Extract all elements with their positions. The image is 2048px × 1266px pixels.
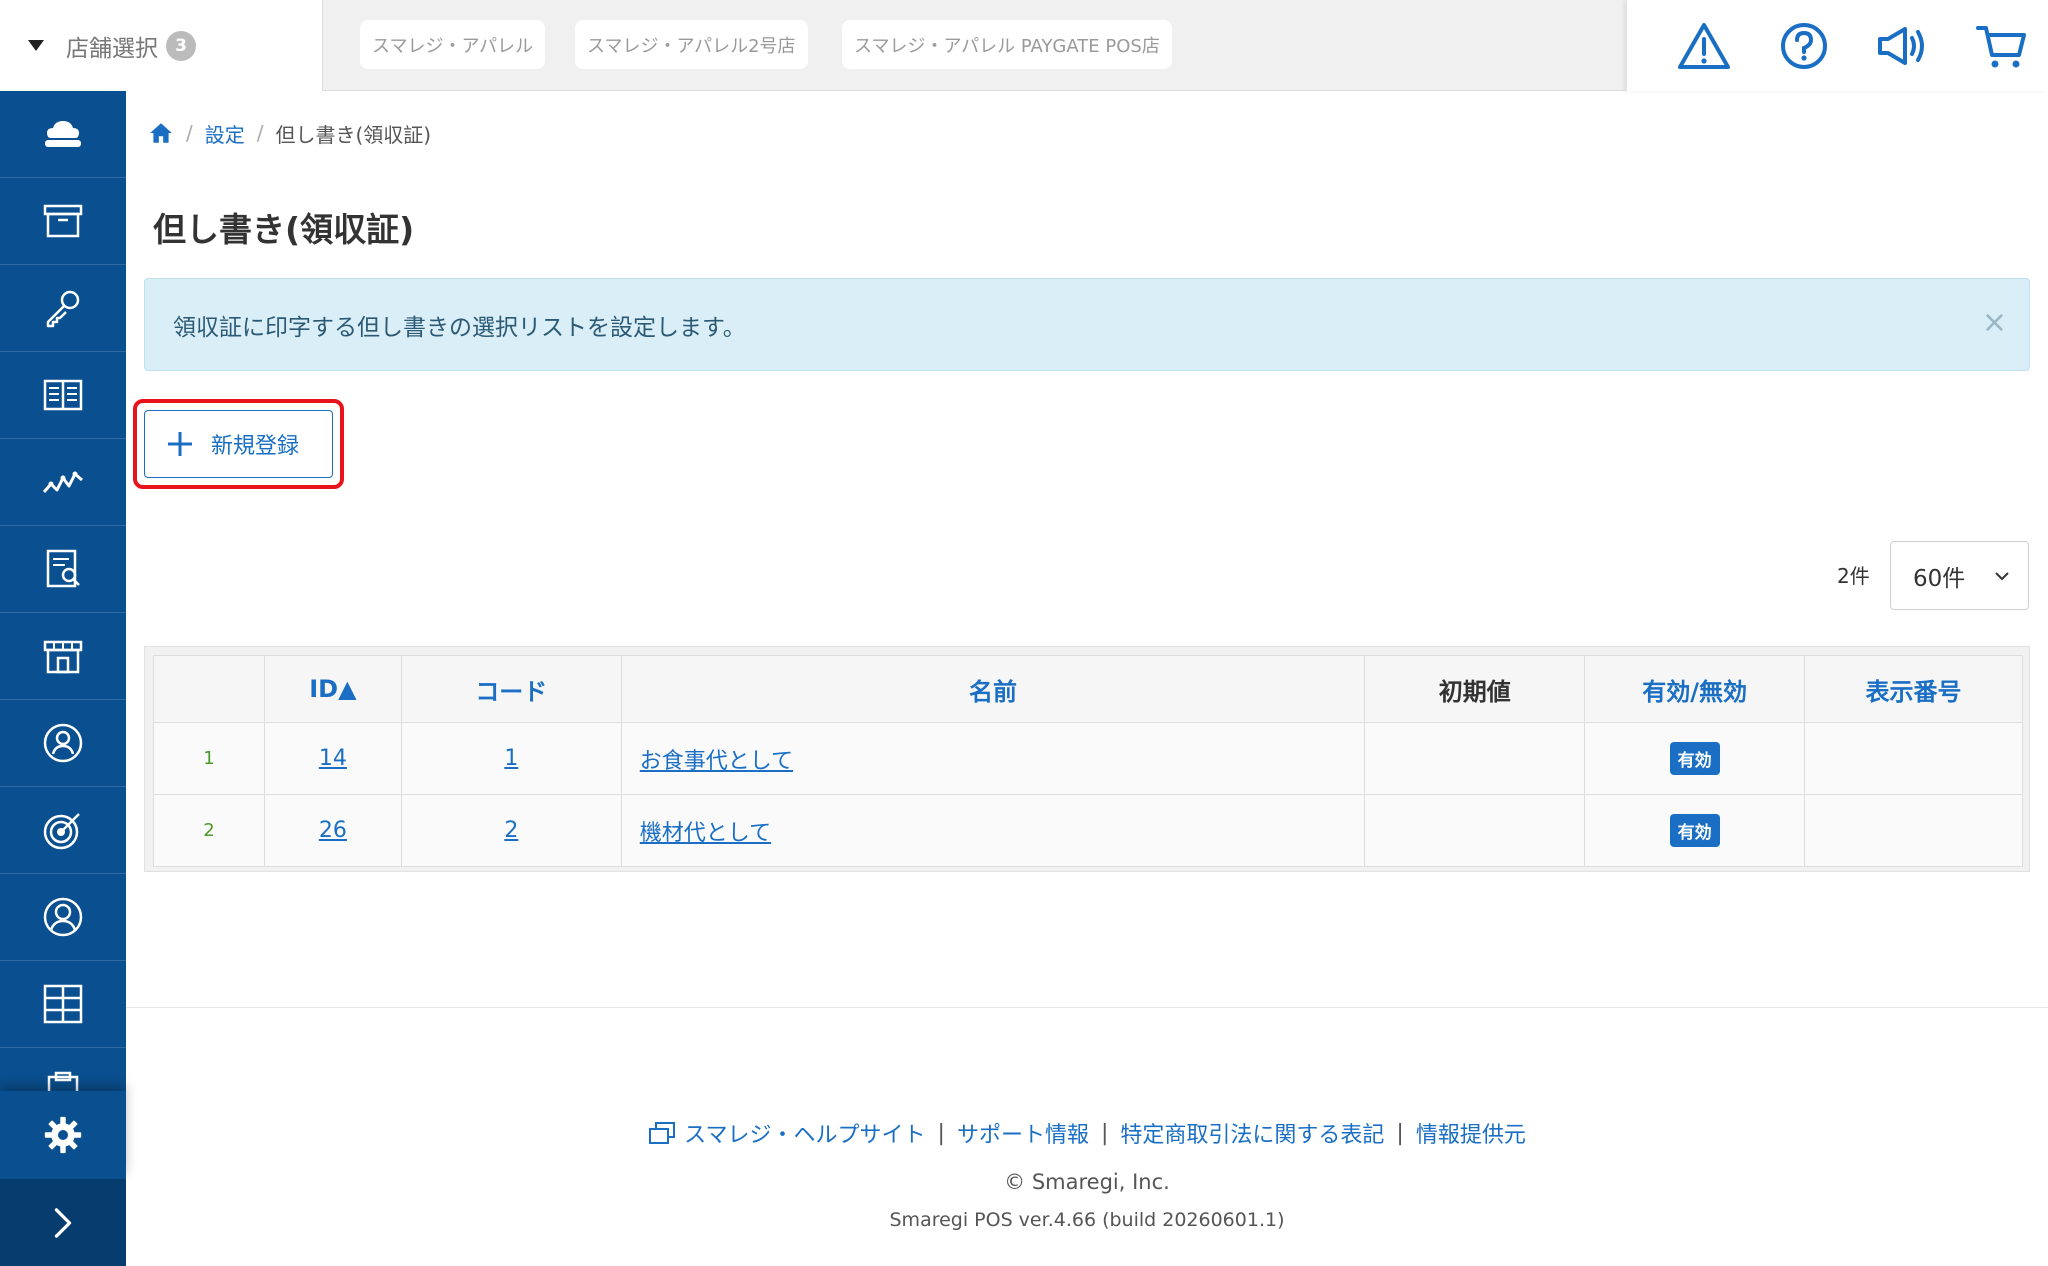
store-count-badge: 3 [166, 30, 196, 61]
archive-box-icon [43, 204, 83, 238]
version-info: Smaregi POS ver.4.66 (build 20260601.1) [889, 1209, 1285, 1231]
gear-icon [44, 1116, 82, 1154]
info-alert-text: 領収証に印字する但し書きの選択リストを設定します。 [173, 314, 746, 341]
row-order [1804, 722, 2023, 795]
plus-icon [168, 432, 192, 456]
footer-law-link[interactable]: 特定商取引法に関する表記 [1120, 1117, 1384, 1149]
sidebar-item-customer[interactable] [0, 874, 126, 961]
cloud-icon [45, 121, 81, 147]
chevron-right-icon [54, 1207, 72, 1238]
status-badge: 有効 [1669, 742, 1720, 775]
cart-icon[interactable] [1975, 20, 2029, 72]
row-code-link[interactable]: 1 [504, 746, 518, 771]
help-icon[interactable] [1777, 20, 1831, 72]
store-chip[interactable]: スマレジ・アパレル [360, 20, 546, 69]
row-name-link[interactable]: お食事代として [640, 749, 793, 774]
grid-icon [43, 984, 83, 1024]
store-chip[interactable]: スマレジ・アパレル2号店 [575, 20, 808, 69]
row-name-link[interactable]: 機材代として [640, 821, 771, 846]
sidebar-item-store[interactable] [0, 613, 126, 700]
column-header-status[interactable]: 有効/無効 [1584, 655, 1806, 723]
sidebar-item-staff[interactable] [0, 700, 126, 787]
row-default [1364, 722, 1586, 795]
sidebar [0, 91, 126, 1266]
store-chip[interactable]: スマレジ・アパレル PAYGATE POS店 [842, 20, 1172, 69]
close-icon[interactable]: × [1982, 305, 2007, 340]
sidebar-item-key[interactable] [0, 265, 126, 352]
sidebar-item-grid[interactable] [0, 961, 126, 1048]
per-page-value: 60件 [1913, 565, 1966, 592]
column-header-name[interactable]: 名前 [620, 655, 1366, 723]
page-title: 但し書き(領収証) [153, 210, 415, 249]
row-number: 1 [153, 722, 265, 795]
sidebar-settings[interactable] [0, 1091, 126, 1179]
chart-line-icon [42, 471, 83, 493]
store-select[interactable]: 店舗選択 3 [0, 0, 323, 91]
breadcrumb: / 設定 / 但し書き(領収証) [148, 118, 431, 148]
row-number: 2 [153, 794, 265, 867]
copyright: © Smaregi, Inc. [1004, 1170, 1170, 1194]
breadcrumb-settings-link[interactable]: 設定 [205, 119, 245, 148]
sidebar-item-target[interactable] [0, 787, 126, 874]
table-header-row: ID▲ コード 名前 初期値 有効/無効 表示番号 [153, 655, 2023, 723]
column-header-default: 初期値 [1364, 655, 1586, 723]
report-icon [46, 549, 80, 588]
home-icon[interactable] [148, 120, 174, 146]
new-registration-label: 新規登録 [211, 434, 300, 459]
target-icon [43, 813, 80, 850]
customer-icon [43, 897, 83, 937]
column-header-id[interactable]: ID▲ [263, 655, 402, 723]
info-alert: 領収証に印字する但し書きの選択リストを設定します。 × [144, 278, 2030, 371]
row-id-link[interactable]: 26 [319, 818, 347, 843]
column-header-order[interactable]: 表示番号 [1804, 655, 2023, 723]
sidebar-item-analytics[interactable] [0, 439, 126, 526]
footer-help-link[interactable]: スマレジ・ヘルプサイト [684, 1117, 925, 1149]
sidebar-item-report[interactable] [0, 526, 126, 613]
warning-icon[interactable] [1677, 20, 1731, 72]
status-badge: 有効 [1669, 814, 1720, 847]
row-id-link[interactable]: 14 [319, 746, 347, 771]
footer-provider-link[interactable]: 情報提供元 [1416, 1117, 1526, 1149]
sidebar-item-archive[interactable] [0, 178, 126, 265]
store-icon [43, 640, 83, 674]
row-code-link[interactable]: 2 [504, 818, 518, 843]
footer-links: スマレジ・ヘルプサイト | サポート情報 | 特定商取引法に関する表記 | 情報… [126, 1117, 2048, 1149]
top-bar: 店舗選択 3 スマレジ・アパレル スマレジ・アパレル2号店 スマレジ・アパレル … [0, 0, 2048, 91]
new-registration-button[interactable]: 新規登録 [144, 410, 333, 478]
key-icon [46, 290, 80, 328]
breadcrumb-current: 但し書き(領収証) [275, 122, 432, 147]
footer-support-link[interactable]: サポート情報 [957, 1117, 1089, 1149]
store-select-label: 店舗選択 [66, 35, 158, 62]
table-row: 1 14 1 お食事代として 有効 [153, 722, 2023, 795]
megaphone-icon[interactable] [1875, 20, 1929, 72]
list-table: ID▲ コード 名前 初期値 有効/無効 表示番号 1 14 1 お食事代として… [153, 655, 2023, 867]
column-header-rownum [153, 655, 265, 723]
chevron-down-icon [1995, 572, 2009, 581]
footer-divider [126, 1007, 2048, 1008]
row-order [1804, 794, 2023, 867]
caret-down-icon [28, 40, 44, 51]
staff-icon [43, 723, 83, 763]
sidebar-expand-button[interactable] [0, 1179, 126, 1266]
sidebar-item-book[interactable] [0, 352, 126, 439]
sidebar-item-cloud[interactable] [0, 91, 126, 178]
book-icon [43, 379, 83, 411]
column-header-code[interactable]: コード [400, 655, 622, 723]
per-page-select[interactable]: 60件 [1890, 541, 2029, 610]
table-row: 2 26 2 機材代として 有効 [153, 794, 2023, 867]
row-default [1364, 794, 1586, 867]
result-count: 2件 [1837, 564, 1870, 588]
list-table-container: ID▲ コード 名前 初期値 有効/無効 表示番号 1 14 1 お食事代として… [144, 646, 2030, 872]
top-icon-group [1626, 0, 2048, 91]
external-window-icon [649, 1122, 676, 1144]
